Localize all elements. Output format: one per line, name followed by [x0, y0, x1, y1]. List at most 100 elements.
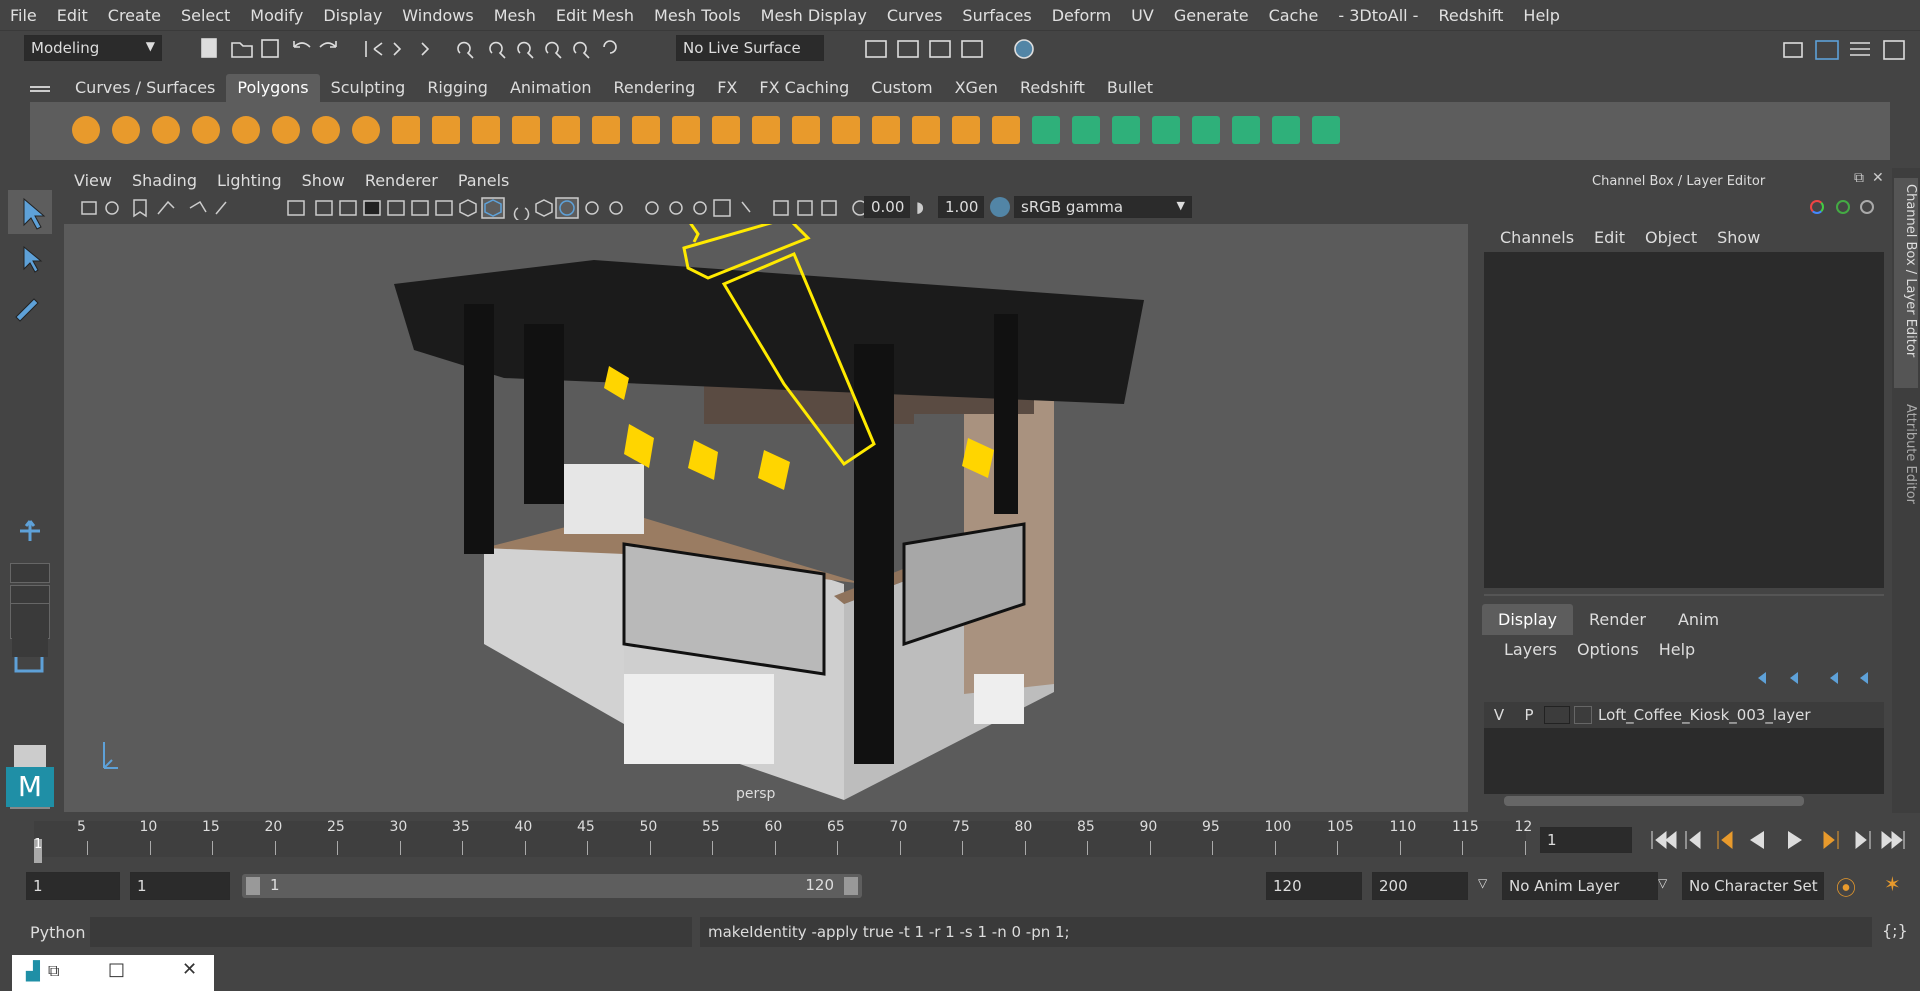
layer-buttons[interactable]: [1740, 668, 1880, 688]
menu-help[interactable]: Help: [1513, 6, 1569, 25]
menu-mesh-display[interactable]: Mesh Display: [751, 6, 877, 25]
color-management-icon[interactable]: [990, 197, 1010, 217]
exposure-field[interactable]: 0.00: [864, 196, 910, 218]
menu-cache[interactable]: Cache: [1259, 6, 1329, 25]
menu-edit-mesh[interactable]: Edit Mesh: [546, 6, 644, 25]
menu-select[interactable]: Select: [171, 6, 240, 25]
playback-controls[interactable]: [1646, 827, 1916, 853]
layer-menu-layers[interactable]: Layers: [1494, 640, 1567, 659]
channel-menu-channels[interactable]: Channels: [1490, 228, 1584, 247]
tab-sculpting[interactable]: Sculpting: [320, 74, 417, 102]
tab-redshift[interactable]: Redshift: [1009, 74, 1096, 102]
menu-mesh-tools[interactable]: Mesh Tools: [644, 6, 751, 25]
anim-prefs-icon[interactable]: ✶: [1884, 872, 1901, 896]
channel-list[interactable]: [1484, 252, 1884, 588]
command-input[interactable]: [90, 917, 692, 947]
end-time-field[interactable]: 200: [1372, 872, 1468, 900]
tab-animation[interactable]: Animation: [499, 74, 603, 102]
menu-display[interactable]: Display: [313, 6, 392, 25]
menu-surfaces[interactable]: Surfaces: [952, 6, 1041, 25]
manipulator-icon[interactable]: [1810, 200, 1824, 214]
outliner-layout-icon[interactable]: [10, 603, 50, 639]
tab-render[interactable]: Render: [1573, 604, 1662, 635]
tab-channel-box[interactable]: Channel Box / Layer Editor: [1894, 178, 1918, 388]
colorspace-dropdown[interactable]: sRGB gamma ▼: [1014, 196, 1192, 218]
layer-color-swatch[interactable]: [1574, 706, 1592, 724]
maximize-icon[interactable]: □: [108, 959, 125, 980]
range-end-handle[interactable]: [844, 877, 858, 895]
viewport-menu-renderer[interactable]: Renderer: [355, 171, 448, 190]
viewport-menu-view[interactable]: View: [64, 171, 122, 190]
shelf-menu-icon[interactable]: [30, 86, 50, 92]
close-window-icon[interactable]: ✕: [182, 959, 197, 980]
menu-modify[interactable]: Modify: [240, 6, 313, 25]
script-editor-icon[interactable]: {;}: [1882, 921, 1908, 940]
splitter[interactable]: [1484, 594, 1884, 596]
menu-create[interactable]: Create: [98, 6, 171, 25]
layer-visibility-toggle[interactable]: V: [1484, 706, 1514, 724]
four-view-layout-icon[interactable]: [10, 563, 50, 583]
menu-redshift[interactable]: Redshift: [1428, 6, 1513, 25]
menu-deform[interactable]: Deform: [1042, 6, 1121, 25]
tool-icons[interactable]: [0, 185, 60, 815]
menu-mesh[interactable]: Mesh: [484, 6, 546, 25]
two-view-layout-icon[interactable]: [10, 585, 50, 605]
layer-playback-toggle[interactable]: P: [1514, 706, 1544, 724]
viewport-menu-panels[interactable]: Panels: [448, 171, 520, 190]
speed-manip-icon[interactable]: [1860, 200, 1874, 214]
shelf-icons[interactable]: [30, 102, 1890, 160]
layer-type-toggle[interactable]: [1544, 706, 1570, 724]
menu-generate[interactable]: Generate: [1164, 6, 1259, 25]
tab-bullet[interactable]: Bullet: [1096, 74, 1164, 102]
menu-edit[interactable]: Edit: [47, 6, 98, 25]
tab-rigging[interactable]: Rigging: [416, 74, 499, 102]
live-surface-field[interactable]: No Live Surface: [676, 35, 824, 61]
character-set-dropdown[interactable]: No Character Set: [1682, 872, 1824, 900]
channel-menu-show[interactable]: Show: [1707, 228, 1770, 247]
menu-curves[interactable]: Curves: [877, 6, 953, 25]
tab-polygons[interactable]: Polygons: [226, 74, 320, 102]
rotate-manip-icon[interactable]: [1836, 200, 1850, 214]
playback-start-field[interactable]: 1: [130, 872, 230, 900]
current-frame-field[interactable]: 1: [1540, 827, 1632, 853]
anim-layer-dropdown[interactable]: No Anim Layer: [1502, 872, 1658, 900]
menu-windows[interactable]: Windows: [392, 6, 483, 25]
gamma-field[interactable]: 1.00: [938, 196, 984, 218]
viewport-persp[interactable]: persp: [64, 224, 1468, 812]
tab-rendering[interactable]: Rendering: [603, 74, 707, 102]
auto-key-icon[interactable]: ⦿: [1836, 872, 1856, 901]
close-icon[interactable]: ✕: [1872, 170, 1884, 186]
layer-menu-options[interactable]: Options: [1567, 640, 1649, 659]
restore-icon[interactable]: ⧉: [48, 961, 59, 981]
script-language-label[interactable]: Python: [30, 923, 85, 942]
range-start-handle[interactable]: [246, 877, 260, 895]
tab-display[interactable]: Display: [1482, 604, 1573, 635]
range-bar[interactable]: 1 120: [242, 874, 862, 898]
layer-row[interactable]: V P Loft_Coffee_Kiosk_003_layer: [1484, 702, 1884, 728]
menu-uv[interactable]: UV: [1121, 6, 1164, 25]
tab-attribute-editor[interactable]: Attribute Editor: [1894, 398, 1918, 548]
viewport-menu-show[interactable]: Show: [292, 171, 355, 190]
float-icon[interactable]: ⧉: [1854, 170, 1864, 186]
viewport-menu-lighting[interactable]: Lighting: [207, 171, 292, 190]
tab-custom[interactable]: Custom: [860, 74, 943, 102]
channel-menu-edit[interactable]: Edit: [1584, 228, 1635, 247]
tab-anim[interactable]: Anim: [1662, 604, 1735, 635]
playback-end-field[interactable]: 120: [1266, 872, 1362, 900]
render-tools[interactable]: [860, 35, 1040, 63]
tab-fx-caching[interactable]: FX Caching: [748, 74, 860, 102]
menu-file[interactable]: File: [0, 6, 47, 25]
layer-menu-help[interactable]: Help: [1649, 640, 1705, 659]
tab-fx[interactable]: FX: [706, 74, 748, 102]
menu-3dtoall[interactable]: - 3DtoAll -: [1328, 6, 1428, 25]
mode-dropdown[interactable]: Modeling ▼: [24, 35, 162, 61]
viewport-tool-icons[interactable]: [78, 196, 978, 220]
time-slider[interactable]: 5 10 15 20 25 30 35 40 45 50 55 60 65 70 75 80 85 90 95 100…: [0, 815, 1920, 863]
tab-xgen[interactable]: XGen: [944, 74, 1009, 102]
channel-menu-object[interactable]: Object: [1635, 228, 1707, 247]
tab-curves-surfaces[interactable]: Curves / Surfaces: [64, 74, 226, 102]
layer-scrollbar[interactable]: [1504, 796, 1804, 806]
workspace-tools[interactable]: [1780, 35, 1920, 63]
layout-dropdown-icon[interactable]: [12, 637, 48, 657]
viewport-menu-shading[interactable]: Shading: [122, 171, 207, 190]
